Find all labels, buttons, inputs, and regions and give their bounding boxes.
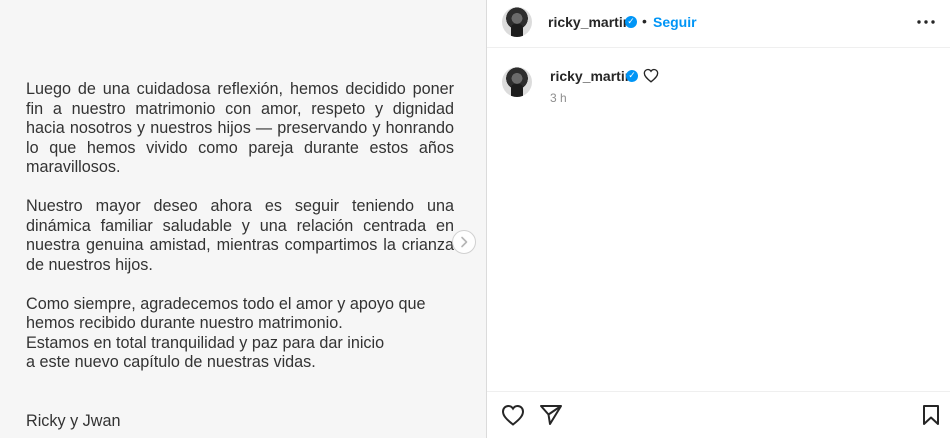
paper-plane-icon[interactable] <box>539 404 563 426</box>
action-bar <box>487 391 950 438</box>
post-time: 3 h <box>550 91 567 105</box>
more-horizontal-icon <box>917 20 935 24</box>
verified-badge-icon: ✓ <box>626 70 638 82</box>
separator-dot: • <box>642 13 647 29</box>
statement-signature: Ricky y Jwan <box>26 411 121 430</box>
avatar[interactable] <box>502 7 532 37</box>
caption-username[interactable]: ricky_martin <box>550 68 633 84</box>
statement-line: Como siempre, agradecemos todo el amor y… <box>26 294 426 313</box>
chevron-right-icon <box>461 236 468 248</box>
statement-paragraph-1: Luego de una cuidadosa reflexión, hemos … <box>26 80 454 176</box>
more-options-button[interactable] <box>914 12 938 32</box>
instagram-post-view: Luego de una cuidadosa reflexión, hemos … <box>0 0 950 438</box>
heart-outline-icon[interactable] <box>501 404 525 426</box>
verified-badge-icon: ✓ <box>625 16 637 28</box>
header-username[interactable]: ricky_martin <box>548 14 631 30</box>
post-header: ricky_martin ✓ • Seguir <box>487 0 950 48</box>
caption-avatar[interactable] <box>502 67 532 97</box>
statement-text: Luego de una cuidadosa reflexión, hemos … <box>26 80 454 431</box>
post-image[interactable]: Luego de una cuidadosa reflexión, hemos … <box>0 0 487 438</box>
next-slide-button[interactable] <box>452 230 476 254</box>
post-side-panel: ricky_martin ✓ • Seguir ricky_martin ✓ 3… <box>487 0 950 438</box>
statement-line: a este nuevo capítulo de nuestras vidas. <box>26 353 316 371</box>
heart-outline-icon[interactable] <box>643 68 659 83</box>
statement-paragraph-2: Nuestro mayor deseo ahora es seguir teni… <box>26 197 454 274</box>
statement-line: Estamos en total tranquilidad y paz para… <box>26 333 385 352</box>
follow-button[interactable]: Seguir <box>653 14 697 30</box>
bookmark-outline-icon[interactable] <box>921 404 941 426</box>
statement-line: hemos recibido durante nuestro matrimoni… <box>26 314 343 332</box>
